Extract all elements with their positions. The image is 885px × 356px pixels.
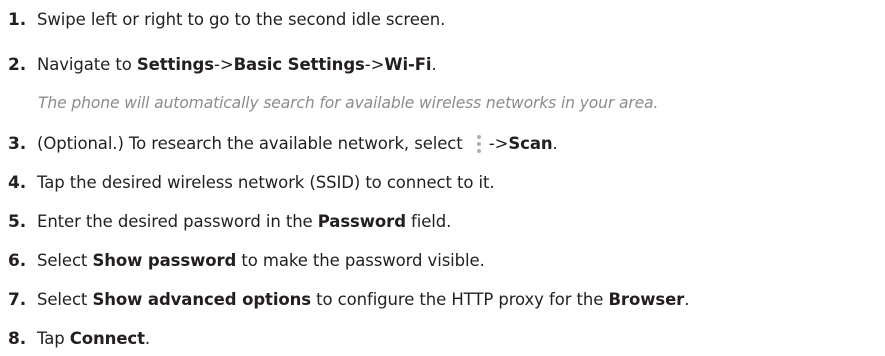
step-text-suffix: . xyxy=(431,55,437,74)
step-text-prefix: Enter the desired password in the xyxy=(37,212,318,231)
step-text-suffix: . xyxy=(684,290,690,309)
step-number: 6. xyxy=(8,251,27,271)
step-number: 1. xyxy=(8,10,27,30)
step-text: Select Show password to make the passwor… xyxy=(37,248,485,274)
step-number: 3. xyxy=(8,134,27,154)
step-text-content: Swipe left or right to go to the second … xyxy=(37,10,446,29)
step-text-suffix: field. xyxy=(405,212,452,231)
menu-basic-settings-label: Basic Settings xyxy=(233,55,365,74)
step-text: Enter the desired password in the Passwo… xyxy=(37,209,451,235)
browser-label: Browser xyxy=(608,290,685,309)
arrow-separator: -> xyxy=(364,55,385,74)
step-text-prefix: Select xyxy=(37,251,93,270)
step-number: 8. xyxy=(8,329,27,349)
step-text: Select Show advanced options to configur… xyxy=(37,287,689,313)
step-text: Swipe left or right to go to the second … xyxy=(37,7,445,33)
step-text-suffix: . xyxy=(552,134,558,153)
menu-wifi-label: Wi-Fi xyxy=(384,55,432,74)
step-text-content: Tap the desired wireless network (SSID) … xyxy=(37,173,495,192)
step-number: 2. xyxy=(8,55,27,75)
step-text-prefix: Select xyxy=(37,290,93,309)
step-text-prefix: (Optional.) To research the available ne… xyxy=(37,134,468,153)
arrow-separator: -> xyxy=(213,55,234,74)
step-text: Tap Connect. xyxy=(37,326,150,352)
step-text: Tap the desired wireless network (SSID) … xyxy=(37,170,495,196)
connect-label: Connect xyxy=(69,329,145,348)
instruction-steps: 1. Swipe left or right to go to the seco… xyxy=(0,0,885,356)
arrow-separator: -> xyxy=(488,134,509,153)
step-2-note: The phone will automatically search for … xyxy=(38,94,659,112)
step-number: 5. xyxy=(8,212,27,232)
password-field-label: Password xyxy=(317,212,406,231)
more-options-kebab-icon xyxy=(474,133,484,155)
step-text-middle: to configure the HTTP proxy for the xyxy=(311,290,609,309)
step-text-suffix: . xyxy=(144,329,151,348)
step-number: 4. xyxy=(8,173,27,193)
step-text: Navigate to Settings->Basic Settings->Wi… xyxy=(37,52,437,78)
step-text-prefix: Tap xyxy=(37,329,70,348)
show-password-label: Show password xyxy=(92,251,237,270)
step-text: (Optional.) To research the available ne… xyxy=(37,131,558,157)
show-advanced-options-label: Show advanced options xyxy=(92,290,312,309)
step-text-prefix: Navigate to xyxy=(37,55,137,74)
menu-scan-label: Scan xyxy=(508,134,553,153)
menu-settings-label: Settings xyxy=(136,55,214,74)
step-number: 7. xyxy=(8,290,27,310)
step-text-suffix: to make the password visible. xyxy=(236,251,485,270)
